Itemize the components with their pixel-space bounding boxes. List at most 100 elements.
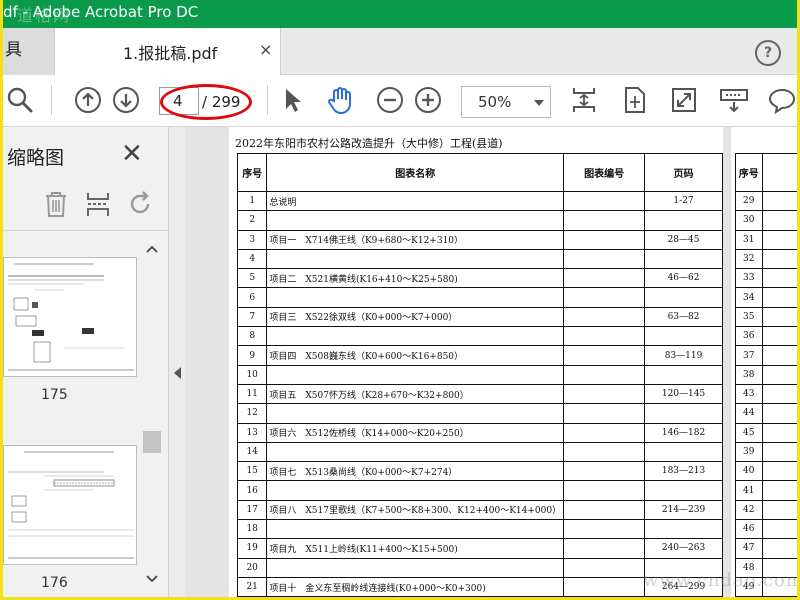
- table-row: 42: [735, 499, 797, 521]
- chevron-down-icon[interactable]: [146, 573, 158, 587]
- cell-no: 5: [236, 268, 268, 289]
- cell-name: 项目四 X508巍东线（K0+600～K16+850）: [266, 345, 565, 366]
- cell-page: 83—119: [644, 345, 723, 366]
- table-row: 6: [236, 287, 723, 308]
- cell-no: 6: [236, 287, 268, 308]
- table-row: 9 项目四 X508巍东线（K0+600～K16+850） 83—119: [236, 345, 723, 366]
- cell-no: 40: [735, 461, 763, 482]
- thumbnail-list: 175 176: [3, 231, 139, 597]
- fit-page-icon[interactable]: [569, 85, 599, 115]
- table-row: 14: [236, 441, 723, 463]
- cell-code: [563, 190, 646, 212]
- table-row: 5 项目二 X521横黄线(K16+410～K25+580) 46—62: [236, 268, 723, 289]
- cell-no: 1: [236, 190, 268, 212]
- panel-close-icon[interactable]: ✕: [121, 139, 143, 169]
- cell-name: [761, 306, 797, 328]
- table-row: 18: [236, 519, 723, 540]
- rotate-page-icon[interactable]: [125, 189, 155, 219]
- table-row: 40: [735, 461, 797, 482]
- panel-collapse-handle[interactable]: [169, 127, 185, 597]
- col-header-no: 序号: [236, 153, 268, 192]
- cell-name: [761, 248, 797, 270]
- keyboard-tool-icon[interactable]: [719, 85, 749, 115]
- table-row: 4: [236, 248, 723, 270]
- cell-name: 项目二 X521横黄线(K16+410～K25+580): [266, 268, 565, 289]
- trash-icon[interactable]: [41, 189, 71, 219]
- cell-page: 146—182: [644, 422, 723, 443]
- cell-no: 10: [236, 364, 268, 385]
- full-screen-icon[interactable]: [669, 85, 699, 115]
- zoom-in-icon[interactable]: [413, 85, 443, 115]
- cell-name: [266, 557, 565, 578]
- cell-no: 9: [236, 345, 268, 366]
- cell-name: 项目八 X517里歌线（K7+500～K8+300、K12+400～K14+00…: [266, 499, 565, 521]
- cell-no: 36: [735, 326, 763, 347]
- cell-name: [266, 326, 565, 347]
- rotate-view-icon[interactable]: [619, 85, 649, 115]
- page-total: / 299: [202, 93, 241, 111]
- zoom-level-select[interactable]: 50%: [461, 86, 551, 118]
- cell-code: [563, 576, 646, 597]
- col-header-page: 页码: [644, 153, 723, 192]
- table-row: 12: [236, 403, 723, 424]
- previous-page-icon[interactable]: [73, 85, 103, 115]
- thumbnail-scrollbar[interactable]: [143, 243, 161, 587]
- table-row: 32: [735, 248, 797, 270]
- cell-name: [761, 345, 797, 366]
- insert-page-icon[interactable]: [83, 189, 113, 219]
- cell-name: [266, 480, 565, 501]
- document-viewer[interactable]: 2022年东阳市农村公路改造提升（大中修）工程(县道) 序号 图表名称 图表编号…: [185, 127, 797, 597]
- cell-no: 21: [236, 576, 268, 597]
- cell-code: [563, 210, 646, 231]
- next-page-icon[interactable]: [111, 85, 141, 115]
- table-header-row: 序号 图表名称 图表编号 页码: [236, 153, 723, 192]
- page-thumbnail[interactable]: [3, 445, 137, 565]
- cell-name: [266, 441, 565, 463]
- zoom-out-icon[interactable]: [375, 85, 405, 115]
- cell-name: 项目五 X507怀万线（K28+670～K32+800）: [266, 383, 565, 405]
- toolbar-divider: [267, 85, 268, 115]
- cell-no: 45: [735, 422, 763, 443]
- chevron-up-icon[interactable]: [146, 243, 158, 257]
- table-row: 45: [735, 422, 797, 443]
- tab-tools[interactable]: 具: [3, 28, 55, 75]
- tab-document[interactable]: 1.报批稿.pdf ×: [55, 28, 281, 75]
- table-row: 16: [236, 480, 723, 501]
- cell-page: [644, 441, 723, 463]
- cell-no: 11: [236, 383, 268, 405]
- cell-no: 12: [236, 403, 268, 424]
- comment-icon[interactable]: [767, 85, 797, 115]
- tab-document-label: 1.报批稿.pdf: [123, 44, 218, 63]
- cell-no: 30: [735, 210, 763, 231]
- cell-no: 3: [236, 229, 268, 250]
- cell-no: 19: [236, 538, 268, 559]
- tab-close-icon[interactable]: ×: [259, 40, 272, 59]
- select-cursor-icon[interactable]: [277, 85, 307, 115]
- cell-page: [644, 326, 723, 347]
- cell-code: [563, 461, 646, 482]
- scrollbar-thumb[interactable]: [143, 431, 161, 453]
- site-watermark: 道格网: [17, 6, 72, 25]
- table-row: 10: [236, 364, 723, 385]
- cell-no: 7: [236, 306, 268, 328]
- page-number-input[interactable]: 4: [159, 87, 199, 115]
- cell-code: [563, 480, 646, 501]
- table-row: 31: [735, 229, 797, 250]
- cell-name: [761, 190, 797, 212]
- cell-no: 38: [735, 364, 763, 385]
- help-icon[interactable]: ?: [755, 40, 781, 66]
- cell-name: [266, 248, 565, 270]
- cell-name: [266, 287, 565, 308]
- hand-tool-icon[interactable]: [325, 85, 355, 115]
- document-title: 2022年东阳市农村公路改造提升（大中修）工程(县道): [235, 137, 503, 150]
- search-icon[interactable]: [5, 85, 35, 115]
- cell-page: 63—82: [644, 306, 723, 328]
- cell-no: 43: [735, 383, 763, 405]
- cell-name: [761, 229, 797, 250]
- cell-no: 34: [735, 287, 763, 308]
- cell-code: [563, 538, 646, 559]
- cell-page: 214—239: [644, 499, 723, 521]
- page-thumbnail[interactable]: [3, 257, 137, 377]
- table-row: 44: [735, 403, 797, 424]
- cell-no: 17: [236, 499, 268, 521]
